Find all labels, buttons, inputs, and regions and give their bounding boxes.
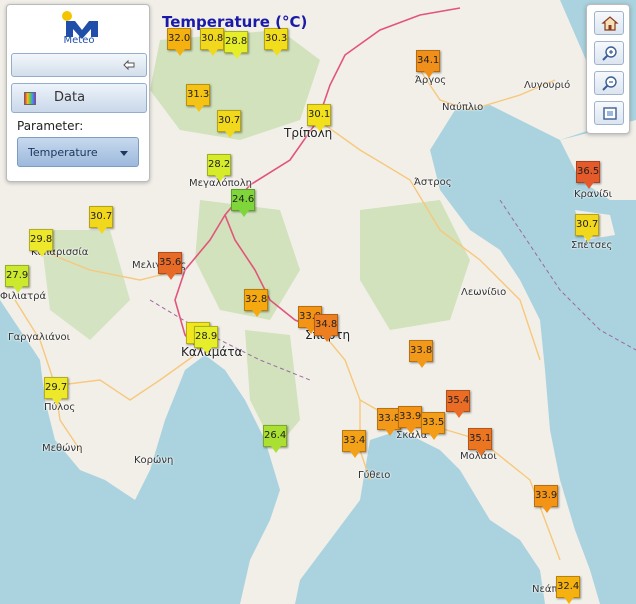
place-label: Γύθειο — [358, 470, 391, 481]
place-label: Τρίπολη — [284, 126, 333, 140]
zoom-in-icon — [602, 46, 617, 61]
map-toolbar — [586, 4, 630, 134]
station-marker[interactable]: 31.3 — [186, 84, 210, 112]
zoom-out-button[interactable] — [594, 71, 624, 95]
zoom-out-icon — [602, 76, 617, 91]
station-marker[interactable]: 33.9 — [398, 406, 422, 434]
place-label: Φιλιατρά — [0, 291, 47, 302]
place-label: Άστρος — [414, 177, 452, 188]
station-marker[interactable]: 30.7 — [89, 206, 113, 234]
station-marker[interactable]: 30.8 — [200, 28, 224, 56]
station-marker[interactable]: 30.3 — [264, 28, 288, 56]
station-marker[interactable]: 34.8 — [314, 314, 338, 342]
map-title: Temperature (°C) — [162, 13, 308, 31]
station-marker[interactable]: 26.4 — [263, 425, 287, 453]
home-icon — [601, 16, 619, 31]
station-marker[interactable]: 33.5 — [421, 412, 445, 440]
station-marker[interactable]: 24.6 — [231, 189, 255, 217]
station-marker[interactable]: 33.4 — [342, 430, 366, 458]
data-button-label: Data — [54, 90, 86, 105]
station-marker[interactable]: 29.7 — [44, 377, 68, 405]
place-label: Λεωνίδιο — [461, 287, 507, 298]
station-marker[interactable]: 36.5 — [576, 161, 600, 189]
station-marker[interactable]: 28.2 — [207, 154, 231, 182]
station-marker[interactable]: 30.7 — [217, 110, 241, 138]
station-marker[interactable]: 29.8 — [29, 229, 53, 257]
control-panel: Meteo Data Parameter: Temperature — [6, 4, 150, 182]
station-marker[interactable]: 35.4 — [446, 390, 470, 418]
zoom-in-button[interactable] — [594, 41, 624, 65]
parameter-select-value: Temperature — [28, 146, 98, 159]
station-marker[interactable]: 28.8 — [224, 31, 248, 59]
slider-hand-icon[interactable] — [122, 58, 136, 72]
parameter-select[interactable]: Temperature — [17, 137, 139, 167]
station-marker[interactable]: 34.1 — [416, 50, 440, 78]
place-label: Κρανίδι — [574, 189, 612, 200]
palette-icon — [24, 92, 36, 105]
station-marker[interactable]: 33.8 — [409, 340, 433, 368]
time-slider[interactable] — [11, 53, 147, 77]
station-marker[interactable]: 33.9 — [534, 485, 558, 513]
station-marker[interactable]: 32.0 — [167, 28, 191, 56]
full-extent-icon — [603, 107, 617, 120]
logo-text: Meteo — [63, 35, 95, 46]
station-marker[interactable]: 27.9 — [5, 265, 29, 293]
place-label: Κορώνη — [134, 455, 174, 466]
place-label: Λυγουριό — [524, 80, 571, 91]
place-label: Μεθώνη — [42, 443, 83, 454]
station-marker[interactable]: 30.7 — [575, 214, 599, 242]
station-marker[interactable]: 35.1 — [468, 428, 492, 456]
data-button[interactable]: Data — [11, 83, 147, 113]
full-extent-button[interactable] — [594, 101, 624, 125]
home-button[interactable] — [594, 11, 624, 35]
station-marker[interactable]: 28.9 — [194, 326, 218, 354]
place-label: Ναύπλιο — [442, 102, 484, 113]
place-label: Γαργαλιάνοι — [8, 332, 71, 343]
parameter-label: Parameter: — [17, 119, 84, 133]
station-marker[interactable]: 32.8 — [244, 289, 268, 317]
station-marker[interactable]: 32.4 — [556, 576, 580, 604]
station-marker[interactable]: 30.1 — [307, 104, 331, 132]
station-marker[interactable]: 35.6 — [158, 252, 182, 280]
chevron-down-icon — [120, 151, 128, 156]
